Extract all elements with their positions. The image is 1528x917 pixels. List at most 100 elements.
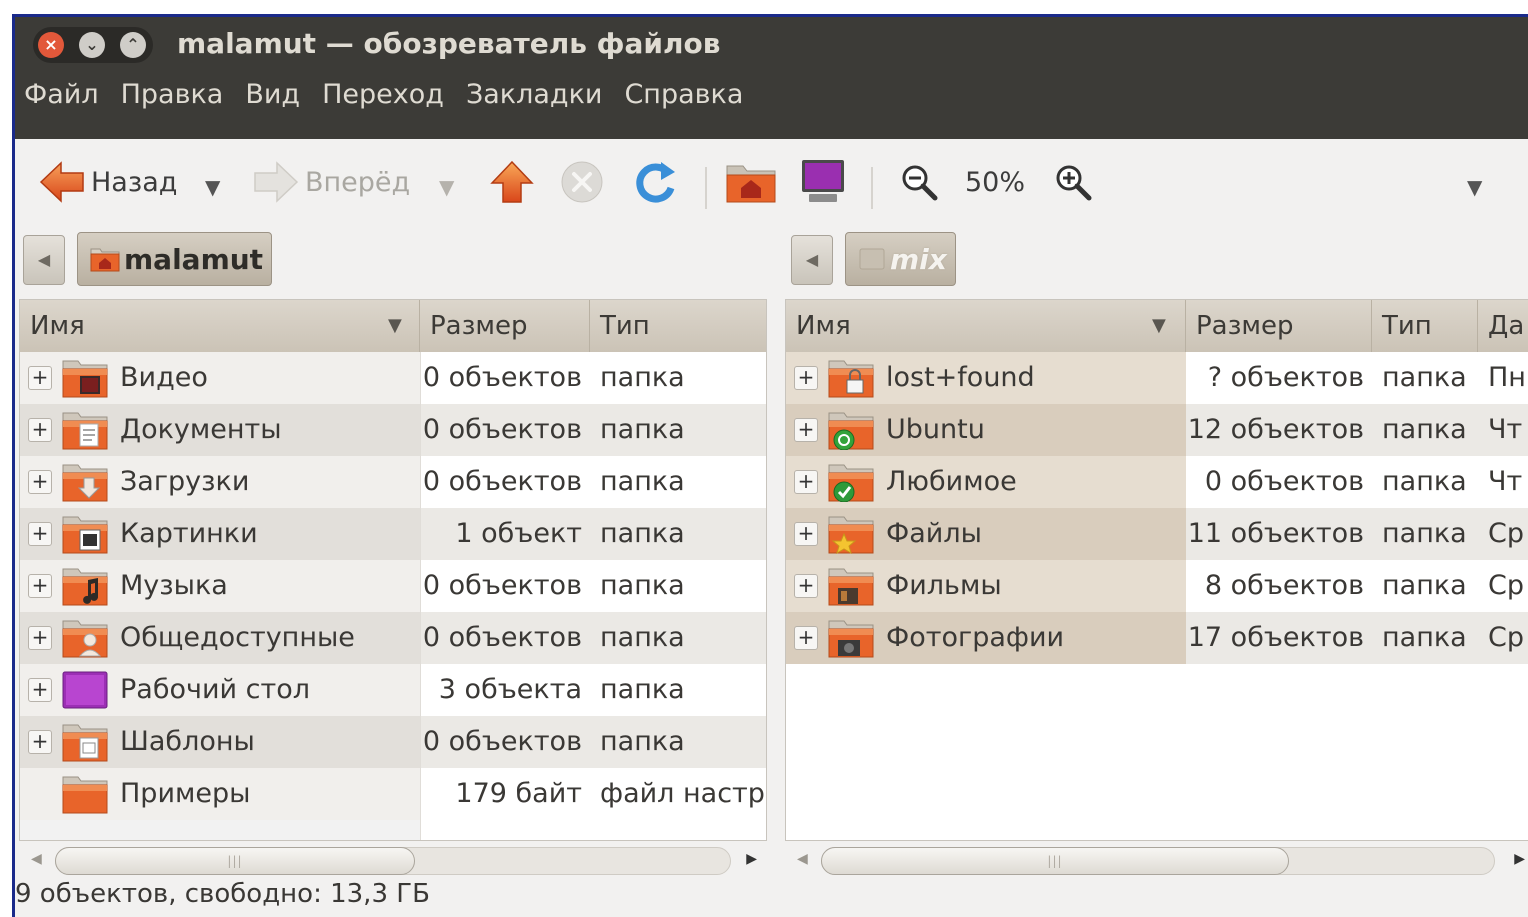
file-row[interactable]: + Файлы 11 объектов папка Ср	[786, 508, 1528, 560]
name-cell: + Видео	[20, 352, 420, 404]
right-column-type[interactable]: Тип	[1372, 300, 1478, 352]
left-column-size[interactable]: Размер	[420, 300, 590, 352]
right-column-size[interactable]: Размер	[1186, 300, 1372, 352]
scroll-left-icon[interactable]: ◀	[797, 851, 808, 867]
forward-history-dropdown[interactable]: ▼	[439, 175, 454, 199]
expand-icon[interactable]: +	[28, 626, 52, 650]
music-folder-icon	[62, 566, 108, 606]
name-cell: + Общедоступные	[20, 612, 420, 664]
file-row[interactable]: + Документы 0 объектов папка	[20, 404, 766, 456]
scroll-left-icon[interactable]: ◀	[31, 851, 42, 867]
locked-folder-icon	[828, 358, 874, 398]
file-name: Файлы	[886, 518, 982, 549]
menu-help[interactable]: Справка	[623, 79, 744, 110]
menu-bookmarks[interactable]: Закладки	[465, 79, 604, 110]
expand-icon[interactable]: +	[28, 418, 52, 442]
left-column-name[interactable]: Имя	[20, 300, 420, 352]
home-folder-small-icon	[90, 248, 120, 272]
expand-icon[interactable]: +	[794, 366, 818, 390]
scroll-right-icon[interactable]: ▶	[746, 851, 757, 867]
reload-button[interactable]	[631, 157, 679, 207]
documents-folder-icon	[62, 410, 108, 450]
toolbar-overflow-dropdown[interactable]: ▼	[1467, 175, 1482, 199]
back-button[interactable]: Назад	[39, 157, 177, 207]
scroll-right-icon[interactable]: ▶	[1514, 851, 1525, 867]
expand-icon[interactable]: +	[28, 574, 52, 598]
expand-icon[interactable]: +	[28, 470, 52, 494]
file-name: lost+found	[886, 362, 1035, 393]
menu-edit[interactable]: Правка	[120, 79, 225, 110]
back-history-dropdown[interactable]: ▼	[205, 175, 220, 199]
file-row[interactable]: + Любимое 0 объектов папка Чт	[786, 456, 1528, 508]
file-manager-window: × ⌄ ⌃ malamut — обозреватель файлов Файл…	[12, 14, 1528, 917]
file-row[interactable]: + Видео 0 объектов папка	[20, 352, 766, 404]
zoom-in-button[interactable]	[1053, 157, 1093, 207]
toolbar: Назад ▼ Вперёд ▼ 50% ▼	[15, 139, 1528, 231]
right-column-name[interactable]: Имя	[786, 300, 1186, 352]
right-horizontal-scrollbar[interactable]: ◀ ||| ▶	[785, 843, 1528, 879]
file-size: 12 объектов	[1187, 414, 1364, 445]
maximize-button[interactable]: ⌃	[120, 32, 146, 58]
right-column-type-label: Тип	[1382, 311, 1432, 341]
stop-icon	[561, 161, 603, 203]
right-file-list: Имя ▼ Размер Тип Да + lost+found ? объекто…	[785, 299, 1528, 841]
expand-icon[interactable]: +	[794, 470, 818, 494]
video-folder-icon	[62, 358, 108, 398]
file-name: Рабочий стол	[120, 674, 310, 705]
file-row[interactable]: + Фотографии 17 объектов папка Ср	[786, 612, 1528, 664]
file-row[interactable]: + lost+found ? объектов папка Пн	[786, 352, 1528, 404]
expand-icon[interactable]: +	[794, 574, 818, 598]
left-column-type[interactable]: Тип	[590, 300, 766, 352]
file-row[interactable]: + Картинки 1 объект папка	[20, 508, 766, 560]
right-scroll-thumb[interactable]: |||	[821, 847, 1289, 875]
file-row[interactable]: + Загрузки 0 объектов папка	[20, 456, 766, 508]
close-button[interactable]: ×	[38, 32, 64, 58]
expand-icon[interactable]: +	[794, 522, 818, 546]
menu-go[interactable]: Переход	[321, 79, 445, 110]
zoom-level: 50%	[965, 157, 1025, 207]
zoom-out-button[interactable]	[899, 157, 939, 207]
home-button[interactable]	[725, 157, 777, 207]
left-scroll-thumb[interactable]: |||	[55, 847, 415, 875]
forward-label: Вперёд	[305, 166, 411, 198]
right-column-date[interactable]: Да	[1478, 300, 1528, 352]
left-path-scroll-button[interactable]: ◀	[23, 235, 65, 285]
minimize-button[interactable]: ⌄	[79, 32, 105, 58]
file-row[interactable]: + Шаблоны 0 объектов папка	[20, 716, 766, 768]
file-row[interactable]: + Общедоступные 0 объектов папка	[20, 612, 766, 664]
file-row[interactable]: + Ubuntu 12 объектов папка Чт	[786, 404, 1528, 456]
left-path-segment[interactable]: malamut	[77, 232, 273, 286]
file-row[interactable]: + Музыка 0 объектов папка	[20, 560, 766, 612]
expand-icon[interactable]: +	[794, 418, 818, 442]
expand-icon[interactable]: +	[28, 366, 52, 390]
file-type: папка	[600, 570, 685, 601]
menu-view[interactable]: Вид	[244, 79, 301, 110]
expand-icon[interactable]: +	[28, 730, 52, 754]
file-size: 0 объектов	[422, 414, 582, 445]
name-cell: + Ubuntu	[786, 404, 1186, 456]
expand-icon[interactable]: +	[28, 678, 52, 702]
star-folder-icon	[828, 514, 874, 555]
zoom-out-icon	[902, 165, 938, 201]
computer-button[interactable]	[799, 157, 847, 207]
right-path-scroll-button[interactable]: ◀	[791, 235, 833, 285]
expand-icon[interactable]: +	[794, 626, 818, 650]
forward-button[interactable]: Вперёд	[253, 157, 410, 207]
right-column-name-label: Имя	[796, 311, 851, 341]
file-row[interactable]: + Фильмы 8 объектов папка Ср	[786, 560, 1528, 612]
file-size: 0 объектов	[422, 466, 582, 497]
file-type: папка	[1382, 362, 1467, 393]
left-horizontal-scrollbar[interactable]: ◀ ||| ▶	[19, 843, 767, 879]
file-row[interactable]: + Рабочий стол 3 объекта папка	[20, 664, 766, 716]
window-title: malamut — обозреватель файлов	[177, 27, 721, 60]
file-name: Фотографии	[886, 622, 1065, 653]
right-path-segment[interactable]: mix	[845, 232, 956, 286]
file-name: Загрузки	[120, 466, 250, 497]
stop-button[interactable]	[559, 157, 605, 207]
file-name: Музыка	[120, 570, 228, 601]
up-button[interactable]	[489, 157, 535, 207]
menu-file[interactable]: Файл	[23, 79, 100, 110]
expand-icon[interactable]: +	[28, 522, 52, 546]
zoom-level-text: 50%	[965, 166, 1026, 198]
file-row[interactable]: Примеры 179 байт файл настр	[20, 768, 766, 820]
